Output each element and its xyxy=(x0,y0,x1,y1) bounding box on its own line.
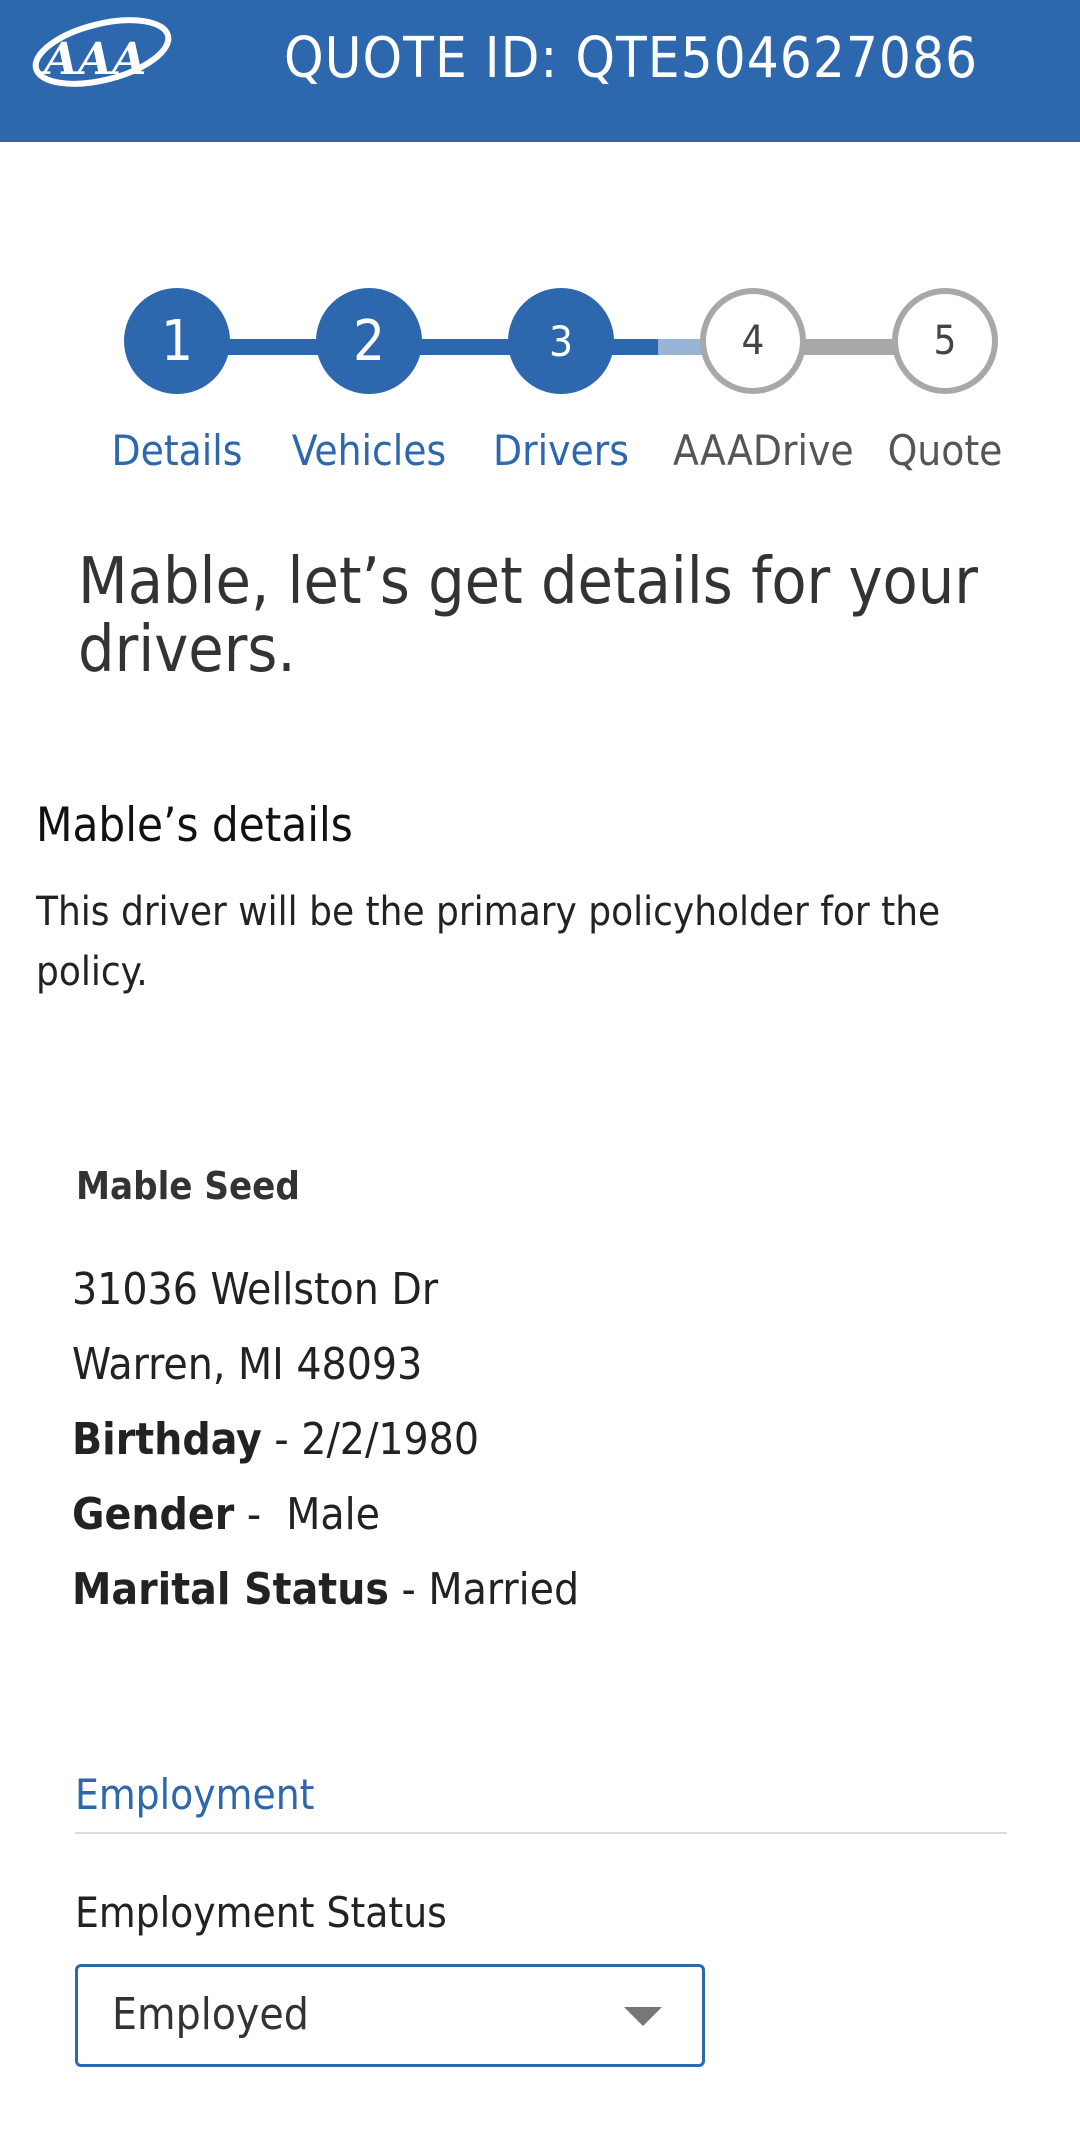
birthday-label: Birthday xyxy=(72,1414,262,1465)
driver-section-title: Mable’s details xyxy=(36,798,353,853)
driver-marital-status: Marital Status - Married xyxy=(72,1564,579,1615)
step-3-number: 3 xyxy=(548,316,574,366)
step-5-label: Quote xyxy=(887,426,1003,475)
step-1-number: 1 xyxy=(160,308,194,374)
gender-label: Gender xyxy=(72,1489,235,1540)
step-2-number: 2 xyxy=(352,308,386,374)
logo-text: AAA xyxy=(40,34,146,85)
step-3-label[interactable]: Drivers xyxy=(481,426,641,475)
driver-address-line2: Warren, MI 48093 xyxy=(72,1339,423,1390)
employment-heading: Employment xyxy=(75,1770,315,1819)
step-5-number: 5 xyxy=(933,318,957,364)
step-connector-1 xyxy=(226,339,319,355)
step-4-label: AAADrive xyxy=(673,426,854,475)
step-4-number: 4 xyxy=(741,318,765,364)
step-connector-3b xyxy=(658,339,703,355)
step-1-circle[interactable]: 1 xyxy=(124,288,230,394)
page-headline: Mable, let’s get details for your driver… xyxy=(78,545,978,687)
employment-divider xyxy=(75,1832,1007,1834)
step-3-circle[interactable]: 3 xyxy=(508,288,614,394)
step-2-circle[interactable]: 2 xyxy=(316,288,422,394)
quote-id: QUOTE ID: QTE504627086 xyxy=(284,26,979,91)
driver-gender: Gender - Male xyxy=(72,1489,380,1540)
chevron-down-icon xyxy=(624,2007,662,2026)
driver-name: Mable Seed xyxy=(76,1164,300,1208)
driver-section-description: This driver will be the primary policyho… xyxy=(36,889,941,995)
step-connector-2 xyxy=(418,339,511,355)
birthday-value: - 2/2/1980 xyxy=(261,1414,480,1465)
marital-status-value: - Married xyxy=(388,1564,580,1615)
progress-stepper: 1 2 3 4 5 Details Vehicles Drivers AAADr… xyxy=(0,288,1080,488)
step-4-circle: 4 xyxy=(700,288,806,394)
marital-status-label: Marital Status xyxy=(72,1564,389,1615)
driver-address-line1: 31036 Wellston Dr xyxy=(72,1264,439,1315)
step-1-label[interactable]: Details xyxy=(97,426,257,475)
employment-status-label: Employment Status xyxy=(75,1888,447,1937)
step-connector-3a xyxy=(610,339,658,355)
app-header: AAA QUOTE ID: QTE504627086 xyxy=(0,0,1080,142)
step-5-circle: 5 xyxy=(892,288,998,394)
employment-status-select[interactable]: Employed xyxy=(75,1964,705,2067)
gender-value: - Male xyxy=(234,1489,381,1540)
step-connector-4 xyxy=(802,339,895,355)
employment-status-value: Employed xyxy=(112,1989,309,2040)
step-2-label[interactable]: Vehicles xyxy=(289,426,449,475)
aaa-logo[interactable]: AAA xyxy=(30,12,180,104)
driver-birthday: Birthday - 2/2/1980 xyxy=(72,1414,479,1465)
